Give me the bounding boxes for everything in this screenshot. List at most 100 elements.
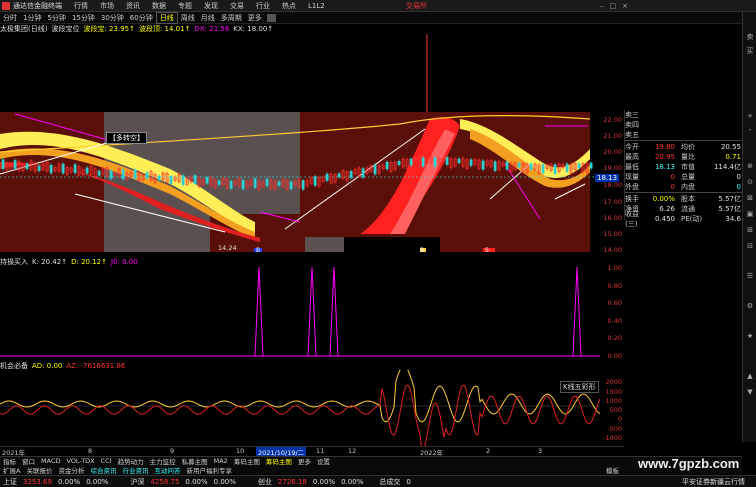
menu-item[interactable]: 数据 xyxy=(146,1,172,11)
candle-body xyxy=(25,163,29,170)
period-tab[interactable]: 分时 xyxy=(0,13,20,23)
candle-body xyxy=(373,164,377,175)
side-button[interactable]: ⊙ xyxy=(745,178,755,188)
menu-item[interactable]: 发现 xyxy=(198,1,224,11)
close-icon[interactable]: × xyxy=(622,2,628,10)
index-label[interactable]: 创业 xyxy=(255,477,275,487)
period-tab[interactable]: 60分钟 xyxy=(127,13,156,23)
watermark: www.7gpzb.com xyxy=(638,456,740,471)
period-tab[interactable]: 多周期 xyxy=(218,13,245,23)
signal-spike xyxy=(307,266,317,357)
panel3-chart[interactable] xyxy=(0,370,600,446)
ext-tab[interactable]: 资金分析 xyxy=(55,465,87,475)
period-tab[interactable]: 30分钟 xyxy=(98,13,127,23)
candle-body xyxy=(505,161,509,170)
candle-body xyxy=(421,157,425,167)
minimize-icon[interactable]: – xyxy=(600,2,604,10)
order-level-label: 卖四 xyxy=(625,121,639,129)
candle-body xyxy=(397,161,401,166)
menu-item[interactable]: 资讯 xyxy=(120,1,146,11)
indicator-value: 波段顶: 14.01↑ xyxy=(138,25,191,33)
scroll-up-icon[interactable]: ▲ xyxy=(745,372,755,382)
period-tab[interactable]: 5分钟 xyxy=(44,13,68,23)
side-button[interactable]: 卖 xyxy=(745,32,755,42)
indicator-name[interactable]: 波段宝位 xyxy=(51,24,79,34)
candle-body xyxy=(133,169,137,179)
ext-tab[interactable]: 行业资讯 xyxy=(119,465,151,475)
candle-body xyxy=(277,181,281,186)
chevron-down-icon[interactable] xyxy=(266,13,276,22)
ext-tab[interactable]: 新用户福利专享 xyxy=(183,465,235,475)
period-tab[interactable]: 1分钟 xyxy=(20,13,44,23)
low-price-label: 14.24 xyxy=(218,244,237,252)
side-button[interactable]: ⊞ xyxy=(745,226,755,236)
zoom-in-icon[interactable]: + xyxy=(745,112,755,122)
maximize-icon[interactable]: □ xyxy=(610,2,617,10)
menu-item[interactable]: 交易 xyxy=(224,1,250,11)
status-bar: 上证 3253.69 0.00% 0.00% 沪深 4258.75 0.00% … xyxy=(0,475,756,487)
window-controls: – □ × xyxy=(600,2,628,10)
ext-tab[interactable]: 关联报价 xyxy=(23,465,55,475)
candle-body xyxy=(337,173,341,178)
candle-body xyxy=(409,158,413,166)
menu-item[interactable]: 市场 xyxy=(94,1,120,11)
candle-body xyxy=(541,164,545,174)
quote-panel: 卖三 卖四 卖五 今开 19.80 均价 20.55 最高 20.95 量比 0.71 最低… xyxy=(624,110,742,228)
news-ticker[interactable]: 平安证券新疆云行情 xyxy=(679,477,748,487)
side-button[interactable]: ⊠ xyxy=(745,194,755,204)
candle-body xyxy=(553,164,557,174)
candle-body xyxy=(109,170,113,179)
candle-body xyxy=(529,163,533,170)
candle-body xyxy=(229,181,233,189)
candle-body xyxy=(481,160,485,170)
menu-item[interactable]: 行业 xyxy=(250,1,276,11)
period-tab[interactable]: 更多 xyxy=(245,13,265,23)
zoom-out-icon[interactable]: - xyxy=(745,126,755,136)
panel2-chart[interactable] xyxy=(0,262,600,362)
scroll-down-icon[interactable]: ▼ xyxy=(745,388,755,398)
index-label[interactable]: 沪深 xyxy=(127,477,147,487)
candle-body xyxy=(205,177,209,184)
total-volume-value: 0 xyxy=(406,477,411,486)
main-indicator-header: 太极集团(日线) 波段宝位 波段宝: 23.95↑ 波段顶: 14.01↑ DX… xyxy=(0,24,273,34)
main-kline-chart[interactable] xyxy=(0,34,624,252)
side-button[interactable]: ⊟ xyxy=(745,242,755,252)
period-tab[interactable]: 15分钟 xyxy=(69,13,98,23)
trade-link[interactable]: 交易所 xyxy=(406,1,427,11)
menu-item[interactable]: 专题 xyxy=(172,1,198,11)
ad-line xyxy=(0,370,600,423)
candle-body xyxy=(169,176,173,184)
side-button[interactable]: ⊕ xyxy=(745,162,755,172)
side-button[interactable]: ▣ xyxy=(745,210,755,220)
candle-body xyxy=(121,169,125,180)
candle-body xyxy=(445,157,449,165)
candle-body xyxy=(517,162,521,168)
signal-label-box: 【多转空】 xyxy=(106,132,147,144)
star-icon[interactable]: ★ xyxy=(745,332,755,342)
ext-tab[interactable]: 扩展A xyxy=(0,465,23,475)
indicator-value: 波段宝: 23.95↑ xyxy=(83,25,135,33)
candle-body xyxy=(433,157,437,167)
panel3-y-axis: 2000 1500 1000 500 0 -500 -1000 xyxy=(603,378,622,442)
gear-icon[interactable]: ⚙ xyxy=(745,302,755,312)
list-icon[interactable]: ☰ xyxy=(745,272,755,282)
menu-item[interactable]: L1L2 xyxy=(302,2,331,10)
index-label[interactable]: 上证 xyxy=(0,477,20,487)
side-button[interactable]: 买 xyxy=(745,46,755,56)
right-toolbar: 卖 买 + - ⊕ ⊙ ⊠ ▣ ⊞ ⊟ ☰ ⚙ ★ ▲ ▼ xyxy=(742,12,756,442)
menu-item[interactable]: 热点 xyxy=(276,1,302,11)
period-tab[interactable]: 月线 xyxy=(198,13,218,23)
menu-item[interactable]: 行情 xyxy=(68,1,94,11)
index-value: 4258.75 xyxy=(150,477,180,486)
period-tab[interactable]: 周线 xyxy=(178,13,198,23)
signal-spike xyxy=(254,266,264,357)
candle-body xyxy=(73,164,77,173)
main-y-axis: 22.00 21.00 20.00 19.00 18.00 17.00 16.0… xyxy=(603,116,622,254)
period-tab-active[interactable]: 日线 xyxy=(155,11,178,24)
template-button[interactable]: 模板 xyxy=(603,465,622,475)
candle-body xyxy=(577,163,581,169)
total-volume-label: 总成交 xyxy=(379,477,401,486)
ext-tab[interactable]: 综合资讯 xyxy=(87,465,119,475)
candle-body xyxy=(61,163,65,174)
ext-tab[interactable]: 互动问答 xyxy=(151,465,183,475)
